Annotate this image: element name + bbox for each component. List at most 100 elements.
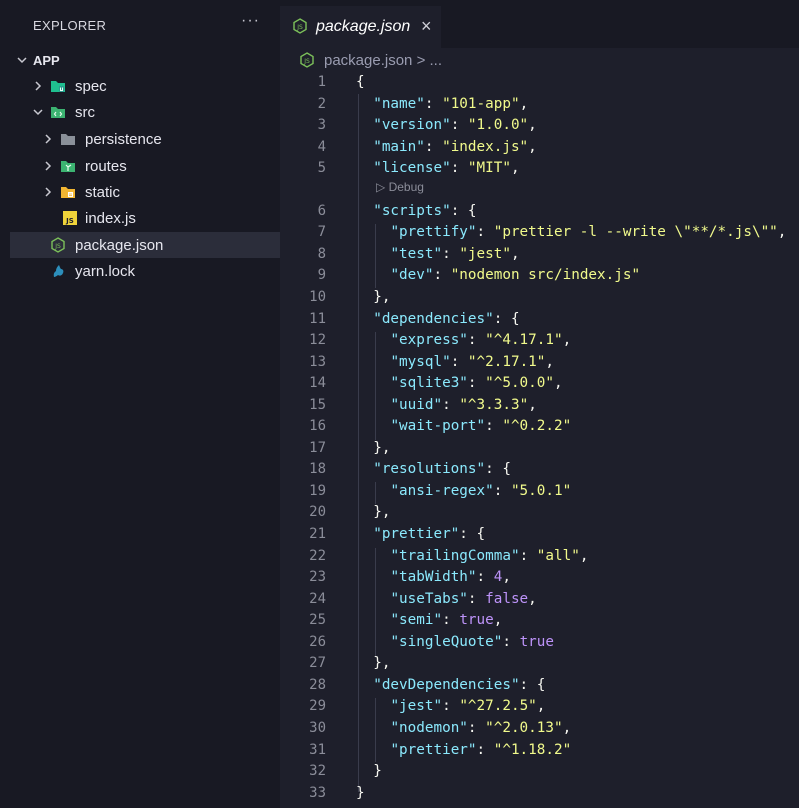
code-line: 12 "express": "^4.17.1", xyxy=(280,330,799,352)
tree-item-routes[interactable]: routes xyxy=(10,153,280,179)
line-number: 29 xyxy=(309,698,326,715)
line-number: 5 xyxy=(317,160,326,177)
code-line: 6 "scripts": { xyxy=(280,201,799,223)
code-token: "^27.2.5" xyxy=(459,698,537,715)
folder-icon xyxy=(60,131,76,147)
code-text: "tabWidth": 4, xyxy=(356,569,511,585)
code-token: : xyxy=(433,267,451,284)
tree-item-static[interactable]: static xyxy=(10,179,280,205)
line-number: 25 xyxy=(309,612,326,629)
code-token: : { xyxy=(519,676,546,693)
tree-root-app[interactable]: APP xyxy=(10,47,280,73)
line-number: 11 xyxy=(309,310,326,327)
code-token: , xyxy=(562,719,572,736)
line-number: 24 xyxy=(309,590,326,607)
svg-text:JS: JS xyxy=(296,24,303,31)
code-token: "^5.0.0" xyxy=(485,375,554,392)
code-token: true xyxy=(459,612,494,629)
code-token: "dev" xyxy=(390,267,434,284)
code-token: : xyxy=(467,719,486,736)
tree-item-label: index.js xyxy=(85,210,136,227)
code-token: "^1.18.2" xyxy=(493,741,572,758)
code-token: : xyxy=(476,569,494,586)
code-token: : xyxy=(424,138,443,155)
code-token: "nodemon" xyxy=(390,719,468,736)
tree-item-index-js[interactable]: JS index.js xyxy=(10,205,280,231)
code-token: "1.0.0" xyxy=(467,117,529,134)
code-token: "scripts" xyxy=(373,202,451,219)
code-token: "^2.0.13" xyxy=(485,719,563,736)
svg-text:JS: JS xyxy=(303,58,310,65)
close-icon[interactable]: × xyxy=(421,16,432,37)
code-line: 25 "semi": true, xyxy=(280,610,799,632)
code-line: 10 }, xyxy=(280,287,799,309)
code-token: "uuid" xyxy=(390,396,443,413)
line-number: 27 xyxy=(309,655,326,672)
tab-label: package.json xyxy=(316,18,411,35)
yarn-icon xyxy=(50,263,66,279)
code-token: : xyxy=(502,633,520,650)
chevron-right-icon xyxy=(40,153,56,179)
tree-item-label: persistence xyxy=(85,131,162,148)
code-line: 24 "useTabs": false, xyxy=(280,589,799,611)
code-token: }, xyxy=(356,439,391,456)
code-token: true xyxy=(519,633,554,650)
code-text: "singleQuote": true xyxy=(356,634,554,650)
code-line: 22 "trailingComma": "all", xyxy=(280,546,799,568)
code-line: 26 "singleQuote": true xyxy=(280,632,799,654)
tree-item-label: package.json xyxy=(75,237,164,254)
code-token: : { xyxy=(493,310,520,327)
code-line: 14 "sqlite3": "^5.0.0", xyxy=(280,373,799,395)
code-token: : xyxy=(442,698,460,715)
debug-codelens[interactable]: ▷ Debug xyxy=(376,180,424,194)
line-number: 9 xyxy=(317,267,326,284)
tree-item-label: yarn.lock xyxy=(75,263,136,280)
code-line: 11 "dependencies": { xyxy=(280,309,799,331)
code-text: "license": "MIT", xyxy=(356,160,519,176)
line-number: 20 xyxy=(309,504,326,521)
code-line: 31 "prettier": "^1.18.2" xyxy=(280,740,799,762)
code-text: "dependencies": { xyxy=(356,310,520,327)
code-text: "mysql": "^2.17.1", xyxy=(356,354,554,370)
more-actions-icon[interactable]: ··· xyxy=(241,12,260,30)
code-token: : { xyxy=(450,202,477,219)
chevron-down-icon xyxy=(14,47,30,73)
tree-item-src[interactable]: src xyxy=(10,99,280,125)
tab-package-json[interactable]: JS package.json × xyxy=(280,6,441,48)
code-token: "version" xyxy=(373,117,451,134)
code-text: }, xyxy=(356,655,390,671)
code-text: "prettify": "prettier -l --write \"**/*.… xyxy=(356,224,786,240)
code-token: , xyxy=(562,332,572,349)
code-text: "useTabs": false, xyxy=(356,590,537,607)
breadcrumb-path[interactable]: package.json > ... xyxy=(324,52,442,69)
code-editor[interactable]: ▷ Debug 1{2 "name": "101-app", 3 "version… xyxy=(280,72,799,808)
code-text: "devDependencies": { xyxy=(356,677,545,693)
line-number: 21 xyxy=(309,526,326,542)
line-number: 2 xyxy=(317,95,326,112)
tree-item-package-json[interactable]: JS package.json xyxy=(10,232,280,258)
line-number: 6 xyxy=(317,202,326,219)
line-number: 3 xyxy=(317,117,326,134)
code-token: "express" xyxy=(390,332,468,349)
nodejs-icon: JS xyxy=(50,237,66,253)
code-token: , xyxy=(528,590,537,607)
tree-item-spec[interactable]: spec xyxy=(10,73,280,99)
tree-item-label: static xyxy=(85,184,121,201)
code-text: "trailingComma": "all", xyxy=(356,548,588,564)
tree-item-persistence[interactable]: persistence xyxy=(10,126,280,152)
code-text: "scripts": { xyxy=(356,202,477,219)
tree-item-yarn-lock[interactable]: yarn.lock xyxy=(10,258,280,284)
code-token: : xyxy=(476,741,494,758)
